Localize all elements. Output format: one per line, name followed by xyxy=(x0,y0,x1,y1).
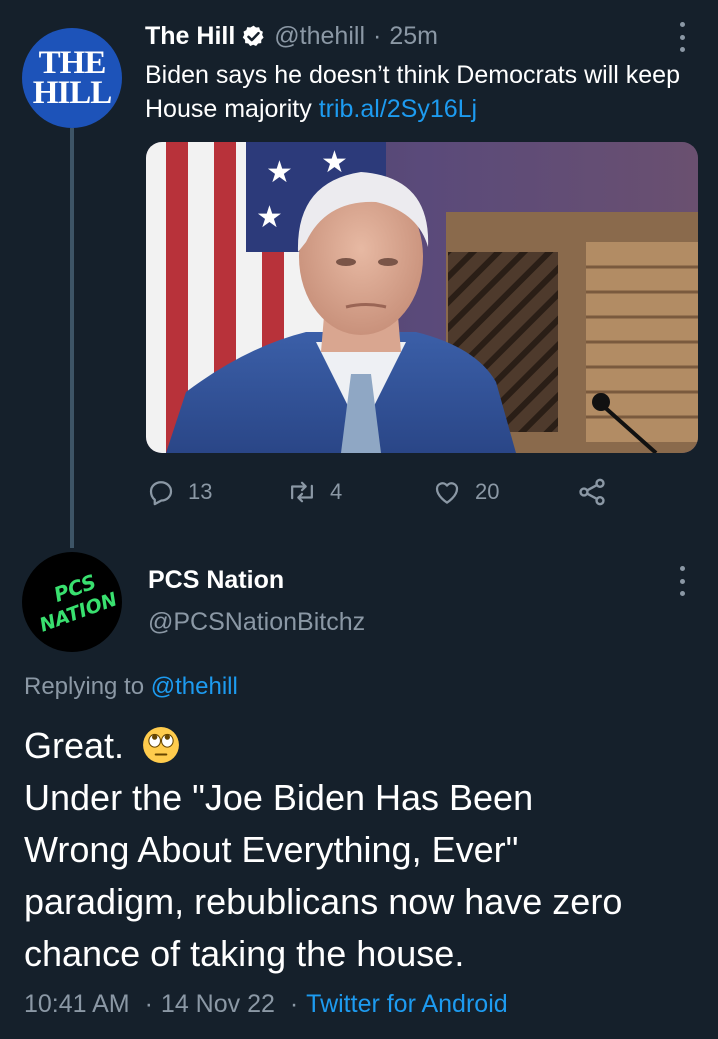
parent-timestamp[interactable]: 25m xyxy=(389,22,438,51)
retweet-count: 4 xyxy=(330,479,343,504)
verified-badge-icon xyxy=(243,25,264,46)
meta-separator-2: · xyxy=(289,990,299,1018)
retweet-action[interactable]: 4 xyxy=(286,474,342,510)
pcs-nation-logo-icon: PCS NATION xyxy=(37,570,121,637)
face-with-rolling-eyes-icon xyxy=(143,727,180,763)
parent-display-name[interactable]: The Hill xyxy=(145,22,235,51)
the-hill-avatar[interactable]: THE HILL xyxy=(22,28,122,128)
parent-tweet-header: The Hill @thehill · 25m xyxy=(145,18,438,54)
svg-text:★: ★ xyxy=(266,155,293,190)
replying-to-line: Replying to @thehill xyxy=(24,673,238,701)
like-action[interactable]: 20 xyxy=(431,474,499,510)
svg-text:★: ★ xyxy=(321,145,348,180)
share-icon xyxy=(579,478,605,506)
replying-to-handle[interactable]: @thehill xyxy=(151,673,238,700)
photo-of-man-in-suit-before-flag-icon: ★ ★ ★ xyxy=(146,142,698,453)
thread-connector-line xyxy=(70,128,74,548)
reply-line-1-text: Great. xyxy=(24,725,125,766)
heart-icon xyxy=(435,482,459,504)
separator-dot: · xyxy=(373,21,382,50)
reply-action[interactable]: 13 xyxy=(146,474,212,510)
pcs-nation-avatar[interactable]: PCS NATION xyxy=(22,552,122,652)
meta-separator-1: · xyxy=(144,990,153,1018)
tweet-time[interactable]: 10:41 AM xyxy=(24,990,130,1018)
share-action[interactable] xyxy=(576,474,608,510)
parent-handle[interactable]: @thehill xyxy=(274,22,365,51)
reply-line-5: chance of taking the house. xyxy=(24,933,465,974)
tweet-date[interactable]: 14 Nov 22 xyxy=(161,990,275,1018)
svg-text:★: ★ xyxy=(256,200,283,235)
reply-line-4: paradigm, rebublicans now have zero xyxy=(24,881,623,922)
retweet-icon xyxy=(291,481,313,503)
avatar-text-hill: HILL xyxy=(32,75,113,111)
parent-tweet-link[interactable]: trib.al/2Sy16Lj xyxy=(319,95,477,123)
tweet-actions-bar: 13 4 20 xyxy=(146,474,616,510)
reply-icon xyxy=(149,481,173,506)
avatar-text-the: THE xyxy=(38,44,107,81)
reply-display-name[interactable]: PCS Nation xyxy=(148,566,284,595)
reply-more-options-icon[interactable] xyxy=(678,566,686,596)
reply-line-3: Wrong About Everything, Ever" xyxy=(24,829,519,870)
reply-line-1: Great. xyxy=(24,720,714,772)
replying-to-label: Replying to xyxy=(24,673,145,700)
reply-tweet-text: Great. Under the "Joe Biden Has Been Wro… xyxy=(24,720,714,980)
parent-more-options-icon[interactable] xyxy=(678,22,686,52)
like-count: 20 xyxy=(475,479,500,504)
reply-handle[interactable]: @PCSNationBitchz xyxy=(148,608,365,637)
parent-tweet-text: Biden says he doesn’t think Democrats wi… xyxy=(145,58,705,126)
reply-line-2: Under the "Joe Biden Has Been xyxy=(24,777,534,818)
tweet-photo[interactable]: ★ ★ ★ xyxy=(146,142,698,453)
tweet-client[interactable]: Twitter for Android xyxy=(306,990,507,1018)
reply-count: 13 xyxy=(188,479,213,504)
tweet-meta: 10:41 AM · 14 Nov 22 · Twitter for Android xyxy=(24,990,508,1019)
